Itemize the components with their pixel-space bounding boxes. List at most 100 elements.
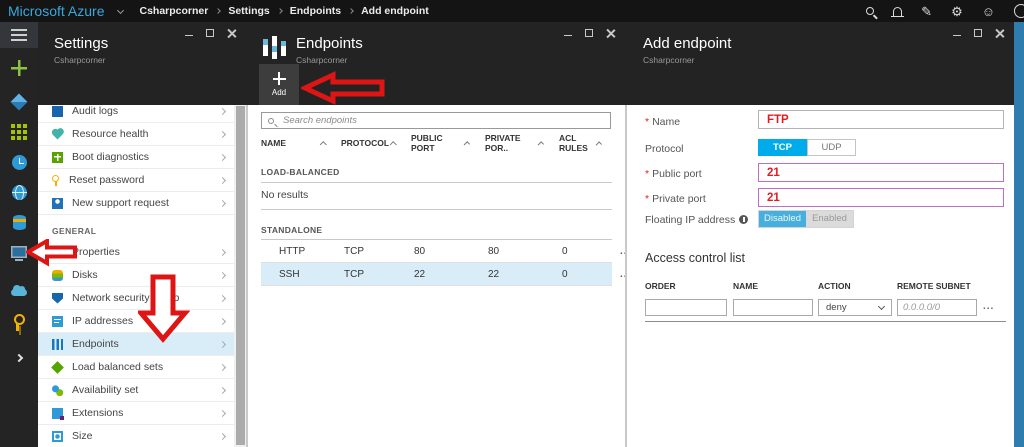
help-icon[interactable]	[1014, 4, 1024, 18]
private-port-label: * Private port	[645, 193, 706, 205]
public-port-field[interactable]	[758, 163, 1004, 182]
chevron-right-icon	[218, 363, 227, 371]
row-more-button[interactable]: ...	[617, 246, 625, 257]
settings-item-size[interactable]: Size	[38, 425, 234, 447]
name-field[interactable]	[758, 110, 1004, 129]
breadcrumb-add-endpoint[interactable]: Add endpoint	[361, 5, 429, 17]
sidebar-item-resource-cube[interactable]	[0, 88, 38, 116]
add-endpoint-title: Add endpoint	[643, 35, 732, 52]
settings-item-new-support-request[interactable]: New support request	[38, 192, 234, 215]
settings-item-network-security-group[interactable]: Network security group	[38, 287, 234, 310]
hamburger-menu-button[interactable]	[0, 22, 38, 48]
settings-panel-body: Audit logs Resource health Boot diagnost…	[38, 105, 246, 447]
app-sidebar	[0, 22, 38, 447]
info-icon[interactable]	[739, 215, 749, 224]
sidebar-item-keys[interactable]	[0, 310, 38, 334]
settings-item-ip-addresses[interactable]: IP addresses	[38, 310, 234, 333]
chevron-right-icon	[218, 199, 227, 207]
search-icon[interactable]	[866, 7, 875, 15]
floating-ip-disabled[interactable]: Disabled	[759, 211, 806, 227]
search-endpoints-input[interactable]	[281, 114, 604, 127]
close-icon[interactable]	[606, 28, 615, 37]
section-load-balanced: LOAD-BALANCED	[261, 167, 340, 177]
acl-action-select[interactable]: deny	[818, 299, 892, 316]
breadcrumb-csharpcorner[interactable]: Csharpcorner	[139, 5, 208, 17]
sidebar-new-button[interactable]	[0, 54, 38, 82]
minimize-icon[interactable]	[953, 34, 961, 37]
column-acl-rules[interactable]: ACL RULES	[559, 133, 617, 153]
breadcrumb-settings[interactable]: Settings	[228, 5, 269, 17]
close-icon[interactable]	[227, 28, 236, 37]
sidebar-expand-button[interactable]	[0, 344, 38, 372]
settings-scrollbar[interactable]	[234, 105, 246, 447]
breadcrumb-separator-icon	[276, 8, 283, 14]
acl-more-button[interactable]: ...	[983, 301, 994, 312]
sidebar-item-storage[interactable]	[0, 208, 38, 236]
sidebar-item-virtual-machines[interactable]	[0, 238, 38, 266]
settings-title: Settings	[54, 35, 109, 52]
settings-item-properties[interactable]: Properties	[38, 241, 234, 264]
breadcrumb-separator-icon	[215, 8, 222, 14]
table-row-ssh[interactable]: SSH TCP 22 22 0 ...	[261, 263, 625, 286]
settings-item-audit-logs[interactable]: Audit logs	[38, 105, 234, 123]
add-endpoint-button[interactable]: Add	[259, 64, 299, 105]
chevron-right-icon	[218, 340, 227, 348]
breadcrumb-endpoints[interactable]: Endpoints	[290, 5, 341, 17]
settings-section-general: GENERAL	[52, 226, 97, 236]
sort-caret-icon	[319, 140, 326, 148]
maximize-icon[interactable]	[206, 28, 214, 37]
chevron-right-icon	[218, 153, 227, 161]
minimize-icon[interactable]	[185, 34, 193, 37]
protocol-label: Protocol	[645, 143, 684, 155]
minimize-icon[interactable]	[564, 34, 572, 37]
acl-column-name: NAME	[733, 281, 759, 291]
audit-logs-icon	[52, 105, 63, 117]
sidebar-item-cloud-services[interactable]	[0, 278, 38, 306]
divider	[261, 209, 612, 210]
notifications-bell-icon[interactable]	[890, 6, 904, 17]
endpoints-search-box	[261, 112, 611, 129]
settings-item-endpoints[interactable]: Endpoints	[38, 333, 234, 356]
column-protocol[interactable]: PROTOCOL	[341, 138, 411, 148]
chevron-right-icon	[14, 353, 24, 363]
azure-brand[interactable]: Microsoft Azure	[8, 3, 104, 19]
settings-item-resource-health[interactable]: Resource health	[38, 123, 234, 146]
acl-remote-subnet-field[interactable]	[897, 299, 977, 316]
acl-column-remote-subnet: REMOTE SUBNET	[897, 281, 971, 291]
settings-item-extensions[interactable]: Extensions	[38, 402, 234, 425]
endpoints-subtitle: Csharpcorner	[296, 55, 348, 65]
acl-order-field[interactable]	[645, 299, 727, 316]
smiley-feedback-icon[interactable]: ☺	[982, 5, 995, 18]
close-icon[interactable]	[995, 28, 1004, 37]
settings-item-boot-diagnostics[interactable]: Boot diagnostics	[38, 146, 234, 169]
acl-name-field[interactable]	[733, 299, 813, 316]
column-public-port[interactable]: PUBLIC PORT	[411, 133, 485, 153]
sidebar-item-web-apps[interactable]	[0, 178, 38, 206]
size-icon	[52, 430, 63, 442]
settings-item-load-balanced-sets[interactable]: Load balanced sets	[38, 356, 234, 379]
floating-ip-enabled[interactable]: Enabled	[806, 211, 853, 227]
column-private-port[interactable]: PRIVATE POR..	[485, 133, 559, 153]
protocol-option-udp[interactable]: UDP	[807, 139, 856, 156]
settings-item-reset-password[interactable]: Reset password	[38, 169, 234, 192]
maximize-icon[interactable]	[585, 28, 593, 37]
column-name[interactable]: NAME	[261, 138, 341, 148]
sidebar-item-all-resources[interactable]	[0, 118, 38, 146]
maximize-icon[interactable]	[974, 28, 982, 37]
brand-chevron-icon[interactable]	[117, 6, 125, 14]
settings-gear-icon[interactable]: ⚙	[951, 5, 963, 18]
scrollbar-thumb[interactable]	[235, 106, 245, 445]
private-port-field[interactable]	[758, 188, 1004, 207]
protocol-option-tcp[interactable]: TCP	[758, 139, 807, 156]
key-icon	[14, 313, 25, 331]
heart-icon	[52, 129, 63, 139]
sort-caret-icon	[389, 140, 396, 148]
settings-item-availability-set[interactable]: Availability set	[38, 379, 234, 402]
feedback-pencil-icon[interactable]: ✎	[921, 5, 932, 18]
table-row-http[interactable]: HTTP TCP 80 80 0 ...	[261, 240, 625, 263]
shield-icon	[52, 292, 63, 304]
row-more-button[interactable]: ...	[617, 269, 625, 280]
sidebar-item-recent[interactable]	[0, 148, 38, 176]
settings-item-disks[interactable]: Disks	[38, 264, 234, 287]
breadcrumb: Csharpcorner Settings Endpoints Add endp…	[139, 5, 428, 17]
